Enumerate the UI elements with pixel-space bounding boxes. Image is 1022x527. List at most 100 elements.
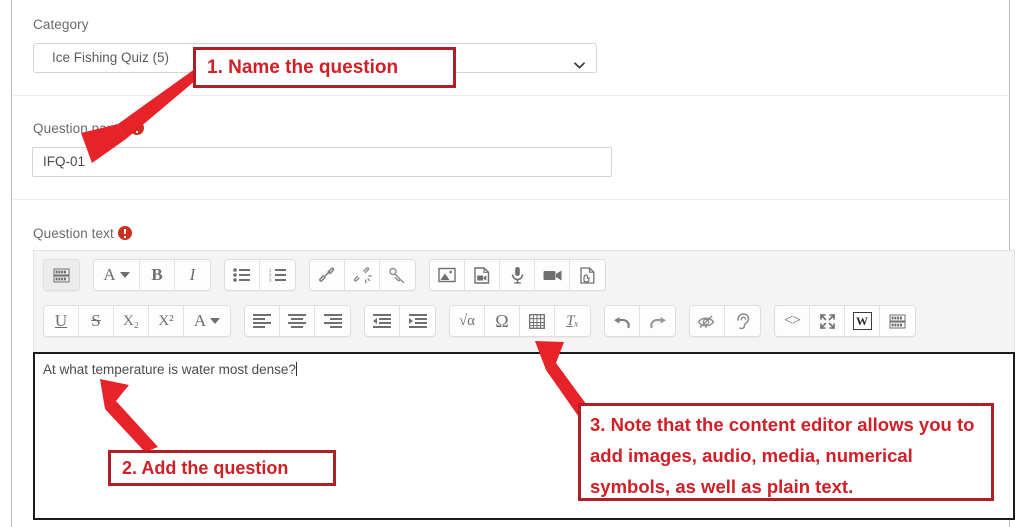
chevron-down-icon xyxy=(574,53,585,69)
annotation-callout-2: 2. Add the question xyxy=(108,450,336,486)
align-left-button[interactable] xyxy=(245,306,280,336)
collapse-toolbars-button[interactable] xyxy=(880,306,915,336)
annotation-callout-1: 1. Name the question xyxy=(193,47,456,88)
expand-toolbars-button[interactable] xyxy=(44,260,79,290)
clear-formatting-button[interactable]: Tₓ xyxy=(555,306,590,336)
undo-button[interactable] xyxy=(605,306,640,336)
toolbar-group-accessibility xyxy=(689,305,761,337)
numbered-list-icon: 1 2 3 xyxy=(269,268,287,282)
underline-button[interactable]: U xyxy=(44,306,79,336)
annotation-callout-3-text: 3. Note that the content editor allows y… xyxy=(590,414,975,497)
section-divider-2 xyxy=(13,199,1008,200)
align-center-button[interactable] xyxy=(280,306,315,336)
toolbar-group-history xyxy=(604,305,676,337)
underline-label: U xyxy=(54,311,68,330)
clear-formatting-tx-icon: Tₓ xyxy=(566,312,579,329)
toolbar-group-toggle xyxy=(43,259,80,291)
screenreader-helper-button[interactable] xyxy=(725,306,760,336)
square-root-icon: √α xyxy=(458,312,476,329)
video-camera-icon xyxy=(543,269,562,282)
toolbar-group-indent xyxy=(364,305,436,337)
redo-arrow-icon xyxy=(649,314,667,329)
toolbar-group-lists: 1 2 3 xyxy=(224,259,296,291)
bullet-list-button[interactable] xyxy=(225,260,260,290)
annotation-callout-1-text: 1. Name the question xyxy=(207,57,399,78)
font-style-button[interactable]: A xyxy=(94,260,140,290)
strikethrough-label: S xyxy=(91,311,101,330)
broken-link-icon xyxy=(353,266,372,284)
toolbar-toggle-icon xyxy=(53,268,70,283)
toolbar-group-tools: <> W xyxy=(774,305,916,337)
question-text-label: Question text xyxy=(33,226,132,241)
chevron-down-icon xyxy=(119,272,130,278)
svg-text:3: 3 xyxy=(269,278,272,282)
numbered-list-button[interactable]: 1 2 3 xyxy=(260,260,295,290)
strikethrough-button[interactable]: S xyxy=(79,306,114,336)
toolbar-toggle-icon xyxy=(889,314,906,329)
undo-arrow-icon xyxy=(613,314,631,329)
bullet-list-icon xyxy=(233,268,251,282)
font-style-label: A xyxy=(103,265,116,284)
section-divider-1 xyxy=(13,95,1008,96)
paste-from-word-button[interactable]: W xyxy=(845,306,880,336)
italic-button[interactable]: I xyxy=(175,260,210,290)
superscript-button[interactable]: X² xyxy=(149,306,184,336)
editor-toolbar: A B I 1 2 3 U S X₂ X² A √α Ω Tₓ <> W xyxy=(33,250,1015,352)
subscript-button[interactable]: X₂ xyxy=(114,306,149,336)
outdent-button[interactable] xyxy=(365,306,400,336)
subscript-label: X₂ xyxy=(122,312,140,329)
question-name-input[interactable]: IFQ-01 xyxy=(32,147,612,177)
bold-button[interactable]: B xyxy=(140,260,175,290)
insert-media-button[interactable] xyxy=(465,260,500,290)
insert-image-button[interactable] xyxy=(430,260,465,290)
question-name-value: IFQ-01 xyxy=(43,154,86,169)
annotation-callout-3: 3. Note that the content editor allows y… xyxy=(578,403,994,501)
toolbar-group-basic-format: A B I xyxy=(93,259,211,291)
fullscreen-button[interactable] xyxy=(810,306,845,336)
text-color-button[interactable]: A xyxy=(184,306,230,336)
toolbar-group-char-format: U S X₂ X² A xyxy=(43,305,231,337)
question-text-value: At what temperature is water most dense? xyxy=(43,362,296,377)
manage-files-button[interactable] xyxy=(570,260,605,290)
question-name-label-text: Question name xyxy=(33,121,126,136)
special-character-button[interactable]: Ω xyxy=(485,306,520,336)
image-icon xyxy=(438,267,456,283)
indent-button[interactable] xyxy=(400,306,435,336)
insert-link-button[interactable] xyxy=(310,260,345,290)
record-audio-button[interactable] xyxy=(500,260,535,290)
toolbar-group-align xyxy=(244,305,351,337)
anchor-button[interactable] xyxy=(380,260,415,290)
align-left-icon xyxy=(253,314,271,328)
required-exclamation-icon xyxy=(117,226,132,240)
redo-button[interactable] xyxy=(640,306,675,336)
indent-icon xyxy=(408,314,427,328)
superscript-label: X² xyxy=(158,312,174,329)
align-right-icon xyxy=(323,314,342,328)
editor-toolbar-row-2: U S X₂ X² A √α Ω Tₓ <> W xyxy=(34,301,1014,341)
insert-table-button[interactable] xyxy=(520,306,555,336)
annotation-callout-2-text: 2. Add the question xyxy=(122,458,289,478)
table-icon xyxy=(529,313,545,329)
accessibility-checker-button[interactable] xyxy=(690,306,725,336)
outdent-icon xyxy=(373,314,391,328)
media-file-icon xyxy=(474,266,490,284)
align-right-button[interactable] xyxy=(315,306,350,336)
unlink-button[interactable] xyxy=(345,260,380,290)
required-exclamation-icon xyxy=(129,121,144,135)
eye-slash-icon xyxy=(697,314,717,329)
html-source-button[interactable]: <> xyxy=(775,306,810,336)
anchor-link-icon xyxy=(388,267,407,284)
question-text-label-text: Question text xyxy=(33,226,114,241)
question-name-label: Question name xyxy=(33,121,144,136)
expand-arrows-icon xyxy=(819,313,836,330)
category-select-value: Ice Fishing Quiz (5) xyxy=(52,50,170,65)
ear-icon xyxy=(735,312,750,330)
equation-editor-button[interactable]: √α xyxy=(450,306,485,336)
toolbar-group-links xyxy=(309,259,416,291)
record-video-button[interactable] xyxy=(535,260,570,290)
italic-label: I xyxy=(189,265,196,284)
text-caret xyxy=(295,362,297,376)
question-text-content: At what temperature is water most dense? xyxy=(43,362,297,377)
category-label: Category xyxy=(33,17,89,32)
bold-label: B xyxy=(151,265,163,284)
